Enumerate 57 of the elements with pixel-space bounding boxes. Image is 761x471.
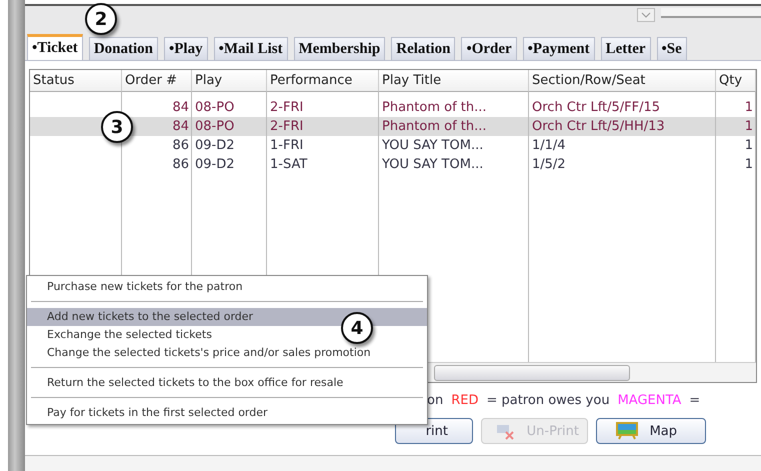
column-header[interactable]: Status [30, 70, 122, 92]
column-header[interactable]: Order # [122, 70, 192, 92]
scrollbar-thumb[interactable] [434, 364, 630, 380]
tab[interactable]: •Ticket [27, 34, 83, 60]
tab[interactable]: Donation [88, 37, 158, 60]
toolbar-button[interactable]: Map [596, 418, 706, 444]
legend-text: = patron owes you [486, 393, 610, 408]
legend-text: MAGENTA [618, 393, 682, 408]
legend-text: on [427, 393, 444, 408]
tab[interactable]: •Order [461, 37, 517, 60]
table-cell: Orch Ctr Lft/5/HH/13 [529, 117, 716, 136]
table-cell-text: 1 [744, 156, 754, 174]
column-header[interactable]: Section/Row/Seat [529, 70, 716, 92]
menu-item[interactable]: Pay for tickets in the first selected order [47, 404, 268, 422]
tab[interactable]: •Mail List [214, 37, 288, 60]
table-cell: 08-PO [192, 117, 267, 136]
table-cell: 1 [716, 117, 756, 136]
table-cell-text: 1-SAT [269, 156, 308, 174]
table-cell-text: 1/1/4 [531, 137, 567, 155]
table-cell-text: 1 [744, 137, 754, 155]
column-header[interactable]: Play [192, 70, 267, 92]
text-field[interactable] [661, 8, 761, 18]
tab[interactable]: Relation [391, 37, 456, 60]
table-cell-text: 86 [171, 137, 190, 155]
column-header[interactable]: Qty [716, 70, 756, 92]
legend-text: RED [451, 393, 478, 408]
dropdown-icon[interactable] [637, 8, 655, 22]
tab[interactable]: •Payment [522, 37, 595, 60]
menu-item[interactable]: Change the selected tickets's price and/or sales promotion [47, 344, 371, 362]
tab[interactable]: •Play [164, 37, 208, 60]
table-cell-text: 09-D2 [194, 137, 236, 155]
menu-item[interactable]: Add new tickets to the selected order [47, 308, 254, 326]
menu-item[interactable]: Return the selected tickets to the box office for resale [47, 374, 344, 392]
table-cell-text: 08-PO [194, 99, 236, 117]
column-header[interactable]: Play Title [379, 70, 529, 92]
table-cell: Phantom of th... [379, 117, 529, 136]
table-cell-text: Orch Ctr Lft/5/FF/15 [531, 99, 662, 117]
picture-frame-icon [616, 422, 638, 440]
table-cell-text: 1-FRI [269, 137, 304, 155]
table-cell-text: 1/5/2 [531, 156, 567, 174]
table-cell: 2-FRI [267, 117, 379, 136]
menu-item[interactable]: Exchange the selected tickets [47, 326, 212, 344]
table-cell-text: 09-D2 [194, 156, 236, 174]
column-header[interactable]: Performance [267, 70, 379, 92]
table-cell-text: 1 [744, 99, 754, 117]
tab[interactable]: Membership [294, 37, 386, 60]
table-cell-text: 2-FRI [269, 99, 304, 117]
legend-text: = [689, 393, 700, 408]
printer-cross-icon [494, 422, 515, 440]
table-cell-text: 86 [171, 156, 190, 174]
table-cell-text: 84 [171, 99, 190, 117]
table-cell-text: YOU SAY TOM... [381, 137, 484, 155]
table-cell-text: YOU SAY TOM... [381, 156, 484, 174]
tab[interactable]: •Se [656, 37, 687, 60]
table-cell-text: Phantom of th... [381, 99, 488, 117]
menu-item[interactable]: Purchase new tickets for the patron [47, 278, 243, 296]
tab[interactable]: Letter [600, 37, 651, 60]
